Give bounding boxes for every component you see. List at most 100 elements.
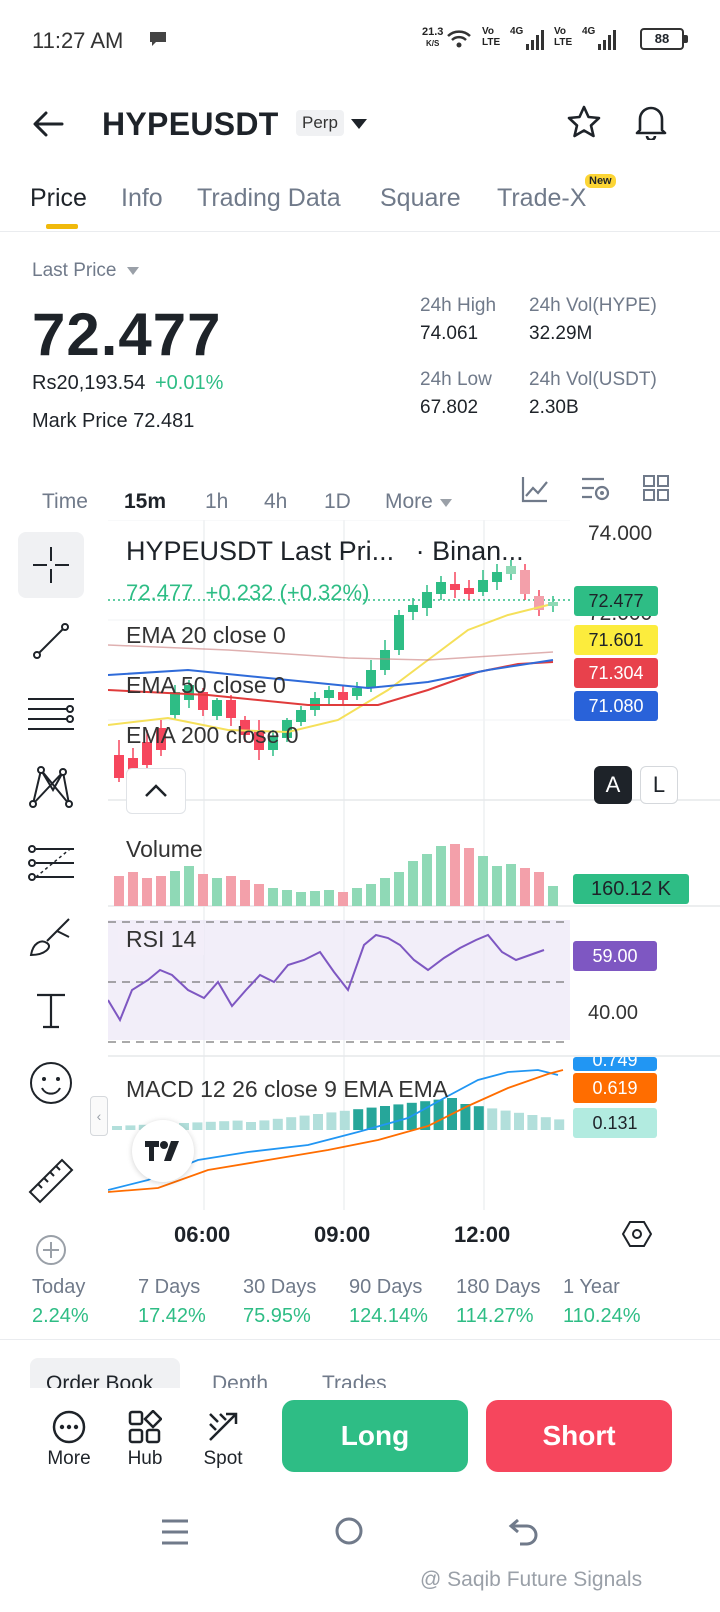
collapse-legend-button[interactable] bbox=[126, 768, 186, 814]
ema20-label[interactable]: EMA 20 close 0 bbox=[126, 622, 286, 649]
back-nav-icon[interactable] bbox=[508, 1516, 540, 1546]
tab-trade-x[interactable]: Trade-X bbox=[497, 184, 586, 213]
auto-scale-button[interactable]: A bbox=[594, 766, 632, 804]
short-button[interactable]: Short bbox=[486, 1400, 672, 1472]
tf-15m[interactable]: 15m bbox=[124, 490, 166, 514]
tf-time[interactable]: Time bbox=[42, 490, 88, 514]
log-scale-button[interactable]: L bbox=[640, 766, 678, 804]
tf-more[interactable]: More bbox=[385, 490, 453, 514]
macd-hist-bar bbox=[219, 1121, 230, 1130]
macd-partial-tag: 0.749 bbox=[573, 1057, 657, 1071]
caret-down-icon bbox=[439, 499, 452, 507]
candle bbox=[450, 572, 460, 598]
tab-info[interactable]: Info bbox=[121, 184, 163, 213]
caret-down-icon[interactable] bbox=[350, 118, 368, 130]
signal-icon-sim1 bbox=[526, 30, 544, 50]
rsi-label[interactable]: RSI 14 bbox=[118, 924, 205, 955]
expand-toolbar-handle[interactable]: ‹ bbox=[90, 1096, 108, 1136]
volume-bar bbox=[296, 892, 306, 906]
spot-button[interactable]: Spot bbox=[188, 1406, 258, 1470]
volume-bar bbox=[226, 876, 236, 906]
candle-body bbox=[408, 605, 418, 612]
volume-bar bbox=[464, 848, 474, 906]
hub-button[interactable]: Hub bbox=[110, 1406, 180, 1470]
brush-tool[interactable] bbox=[18, 904, 84, 970]
macd-hist-bar bbox=[433, 1099, 444, 1130]
macd-hist-bar bbox=[353, 1109, 364, 1130]
indicator-chart-icon[interactable] bbox=[520, 474, 550, 504]
tf-1d[interactable]: 1D bbox=[324, 490, 351, 514]
grid-layout-icon[interactable] bbox=[642, 474, 670, 502]
last-price: 72.477 bbox=[32, 301, 222, 368]
add-tool[interactable] bbox=[18, 1228, 84, 1268]
ema50-label[interactable]: EMA 50 close 0 bbox=[126, 672, 286, 699]
return-180d: 180 Days 114.27% bbox=[456, 1276, 541, 1327]
volume-bar bbox=[548, 886, 558, 906]
stats-col-1: 24h High 74.061 24h Low 67.802 bbox=[420, 292, 496, 422]
tradingview-logo bbox=[132, 1120, 194, 1182]
candle-body bbox=[338, 692, 348, 700]
candle bbox=[394, 610, 404, 655]
main-tabs: Price Info Trading Data Square Trade-X N… bbox=[0, 170, 720, 232]
trend-line-tool[interactable] bbox=[18, 608, 84, 674]
candle-body bbox=[464, 588, 474, 594]
volume-label[interactable]: Volume bbox=[126, 836, 203, 863]
macd-hist-bar bbox=[125, 1125, 136, 1130]
recents-icon[interactable] bbox=[160, 1518, 190, 1546]
tf-1h[interactable]: 1h bbox=[205, 490, 228, 514]
volume-bar bbox=[212, 878, 222, 906]
macd-hist-bar bbox=[313, 1114, 323, 1130]
macd-label[interactable]: MACD 12 26 close 9 EMA EMA bbox=[126, 1076, 448, 1103]
macd-signal-tag: 0.619 bbox=[573, 1073, 657, 1103]
volume-bar bbox=[128, 872, 138, 906]
tab-square[interactable]: Square bbox=[380, 184, 461, 213]
battery-icon: 88 bbox=[640, 28, 688, 50]
macd-hist-bar bbox=[192, 1122, 203, 1130]
volume-bar bbox=[450, 844, 460, 906]
pattern-icon bbox=[29, 766, 73, 808]
volume-bar bbox=[436, 846, 446, 906]
tab-trading-data[interactable]: Trading Data bbox=[197, 184, 341, 213]
chart-legend-price: 72.477 +0.232 (+0.32%) bbox=[126, 580, 370, 605]
return-today: Today 2.24% bbox=[32, 1276, 89, 1327]
macd-hist-bar bbox=[380, 1106, 390, 1130]
chart-settings-hex-icon[interactable] bbox=[622, 1219, 652, 1249]
home-icon[interactable] bbox=[334, 1516, 364, 1546]
volume-bar bbox=[254, 884, 264, 906]
back-arrow-icon[interactable] bbox=[32, 110, 64, 138]
ema200-label[interactable]: EMA 200 close 0 bbox=[126, 722, 299, 749]
emoji-tool[interactable] bbox=[18, 1050, 84, 1116]
pattern-tool[interactable] bbox=[18, 754, 84, 820]
symbol-title[interactable]: HYPEUSDT bbox=[102, 106, 279, 143]
tab-price[interactable]: Price bbox=[30, 184, 87, 213]
macd-hist-bar bbox=[500, 1110, 511, 1130]
long-button[interactable]: Long bbox=[282, 1400, 468, 1472]
24h-vol-base: 32.29M bbox=[529, 323, 593, 344]
ruler-icon bbox=[28, 1158, 74, 1204]
text-tool[interactable] bbox=[18, 978, 84, 1044]
candle-body bbox=[548, 602, 558, 606]
macd-hist-bar bbox=[339, 1110, 350, 1130]
macd-hist-bar bbox=[540, 1117, 551, 1130]
period-returns: Today 2.24% 7 Days 17.42% 30 Days 75.95% 90… bbox=[0, 1270, 720, 1340]
horizontal-lines-tool[interactable] bbox=[18, 680, 84, 746]
crosshair-tool[interactable] bbox=[18, 532, 84, 598]
last-price-label[interactable]: Last Price bbox=[32, 260, 140, 282]
brush-icon bbox=[29, 918, 70, 957]
volume-bar bbox=[338, 892, 348, 906]
volume-bar bbox=[520, 868, 530, 906]
candle bbox=[436, 576, 446, 600]
more-button[interactable]: More bbox=[34, 1406, 104, 1470]
candle-body bbox=[226, 700, 236, 718]
crosshair-icon bbox=[33, 547, 69, 583]
24h-high: 74.061 bbox=[420, 323, 479, 344]
ruler-tool[interactable] bbox=[18, 1148, 84, 1214]
fib-tool[interactable] bbox=[18, 830, 84, 896]
star-icon[interactable] bbox=[566, 104, 602, 140]
macd-hist-bar bbox=[514, 1112, 524, 1130]
tf-4h[interactable]: 4h bbox=[264, 490, 287, 514]
candle-body bbox=[422, 592, 432, 608]
bell-icon[interactable] bbox=[634, 102, 668, 140]
status-bar: 11:27 AM 21.3 K/S Vo LTE 4G Vo LTE 4G 88 bbox=[0, 0, 720, 80]
chart-settings-icon[interactable] bbox=[580, 474, 612, 504]
